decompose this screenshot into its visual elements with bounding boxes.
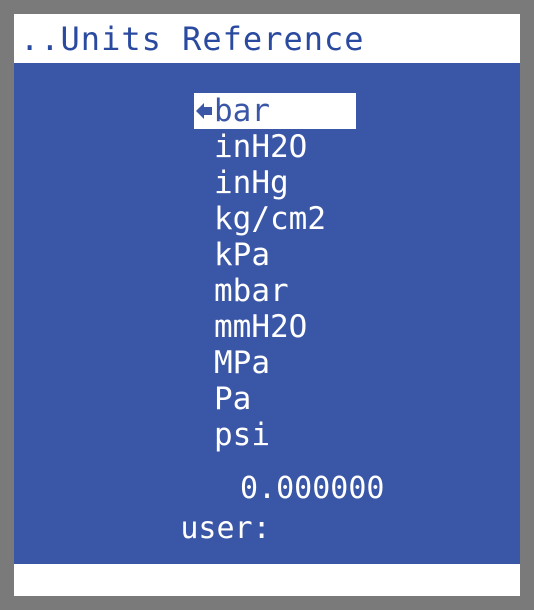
unit-item-bar[interactable]: bar xyxy=(194,93,356,129)
user-label: user: xyxy=(180,511,271,546)
bottom-status-bar xyxy=(14,564,520,596)
unit-item-inh2o[interactable]: inH2O xyxy=(214,129,307,165)
unit-item-kgcm2[interactable]: kg/cm2 xyxy=(214,201,326,237)
unit-item-mpa[interactable]: MPa xyxy=(214,345,270,381)
title-bar: ..Units Reference xyxy=(14,14,520,63)
unit-item-mbar[interactable]: mbar xyxy=(214,273,289,309)
user-value: 0.000000 xyxy=(240,471,385,506)
page-title: ..Units Reference xyxy=(20,20,365,58)
unit-item-kpa[interactable]: kPa xyxy=(214,237,270,273)
unit-item-mmh2o[interactable]: mmH2O xyxy=(214,309,307,345)
selection-arrow-icon xyxy=(194,93,214,129)
unit-item-psi[interactable]: psi xyxy=(214,417,270,453)
units-panel: bar inH2O inHg kg/cm2 kPa mbar mmH2O MPa… xyxy=(14,63,520,564)
device-screen: ..Units Reference bar inH2O inHg kg/cm2 … xyxy=(14,14,520,596)
unit-item-inhg[interactable]: inHg xyxy=(214,165,289,201)
unit-item-pa[interactable]: Pa xyxy=(214,381,251,417)
unit-label: bar xyxy=(214,93,270,129)
user-unit-row[interactable]: user: 0.000000 xyxy=(72,469,384,546)
